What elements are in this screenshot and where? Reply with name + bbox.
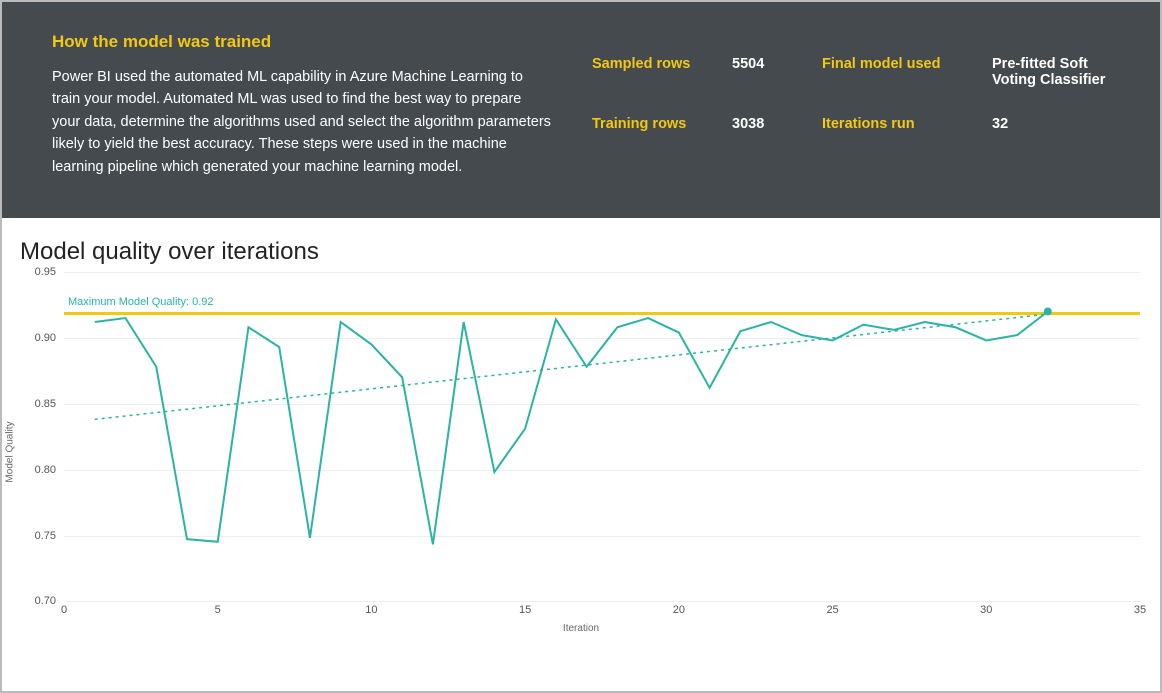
quality-series-line — [95, 312, 1048, 545]
x-tick-label: 0 — [61, 604, 67, 616]
y-tick-label: 0.75 — [24, 530, 56, 542]
plot-area: Maximum Model Quality: 0.92 — [64, 272, 1140, 602]
metric-value-sampled: 5504 — [732, 56, 812, 88]
final-point-marker — [1044, 308, 1052, 316]
x-tick-label: 30 — [980, 604, 992, 616]
x-tick-label: 35 — [1134, 604, 1146, 616]
intro-block: How the model was trained Power BI used … — [52, 32, 552, 178]
y-tick-label: 0.95 — [24, 266, 56, 278]
chart-section: Model quality over iterations Model Qual… — [2, 218, 1160, 642]
metric-label-sampled: Sampled rows — [592, 56, 722, 88]
y-tick-label: 0.90 — [24, 332, 56, 344]
metric-label-final-model: Final model used — [822, 56, 982, 88]
x-tick-label: 15 — [519, 604, 531, 616]
x-tick-label: 20 — [673, 604, 685, 616]
section-title: How the model was trained — [52, 32, 552, 52]
metric-value-iterations: 32 — [992, 116, 1110, 132]
y-tick-label: 0.80 — [24, 464, 56, 476]
metric-value-final-model: Pre-fitted Soft Voting Classifier — [992, 56, 1110, 88]
y-tick-label: 0.85 — [24, 398, 56, 410]
y-ticks: 0.700.750.800.850.900.95 — [24, 272, 56, 602]
metric-label-iterations: Iterations run — [822, 116, 982, 132]
x-tick-label: 25 — [826, 604, 838, 616]
metrics-grid: Sampled rows 5504 Final model used Pre-f… — [592, 32, 1110, 178]
chart-title: Model quality over iterations — [20, 238, 1146, 266]
x-axis-title: Iteration — [563, 623, 599, 634]
x-tick-label: 5 — [215, 604, 221, 616]
y-tick-label: 0.70 — [24, 595, 56, 607]
x-ticks: 05101520253035 — [64, 604, 1140, 620]
section-description: Power BI used the automated ML capabilit… — [52, 66, 552, 178]
chart-area: Model Quality 0.700.750.800.850.900.95 M… — [16, 272, 1146, 632]
training-summary-panel: How the model was trained Power BI used … — [2, 2, 1160, 218]
x-tick-label: 10 — [365, 604, 377, 616]
y-axis-title: Model Quality — [5, 422, 16, 483]
metric-value-training: 3038 — [732, 116, 812, 132]
metric-label-training: Training rows — [592, 116, 722, 132]
